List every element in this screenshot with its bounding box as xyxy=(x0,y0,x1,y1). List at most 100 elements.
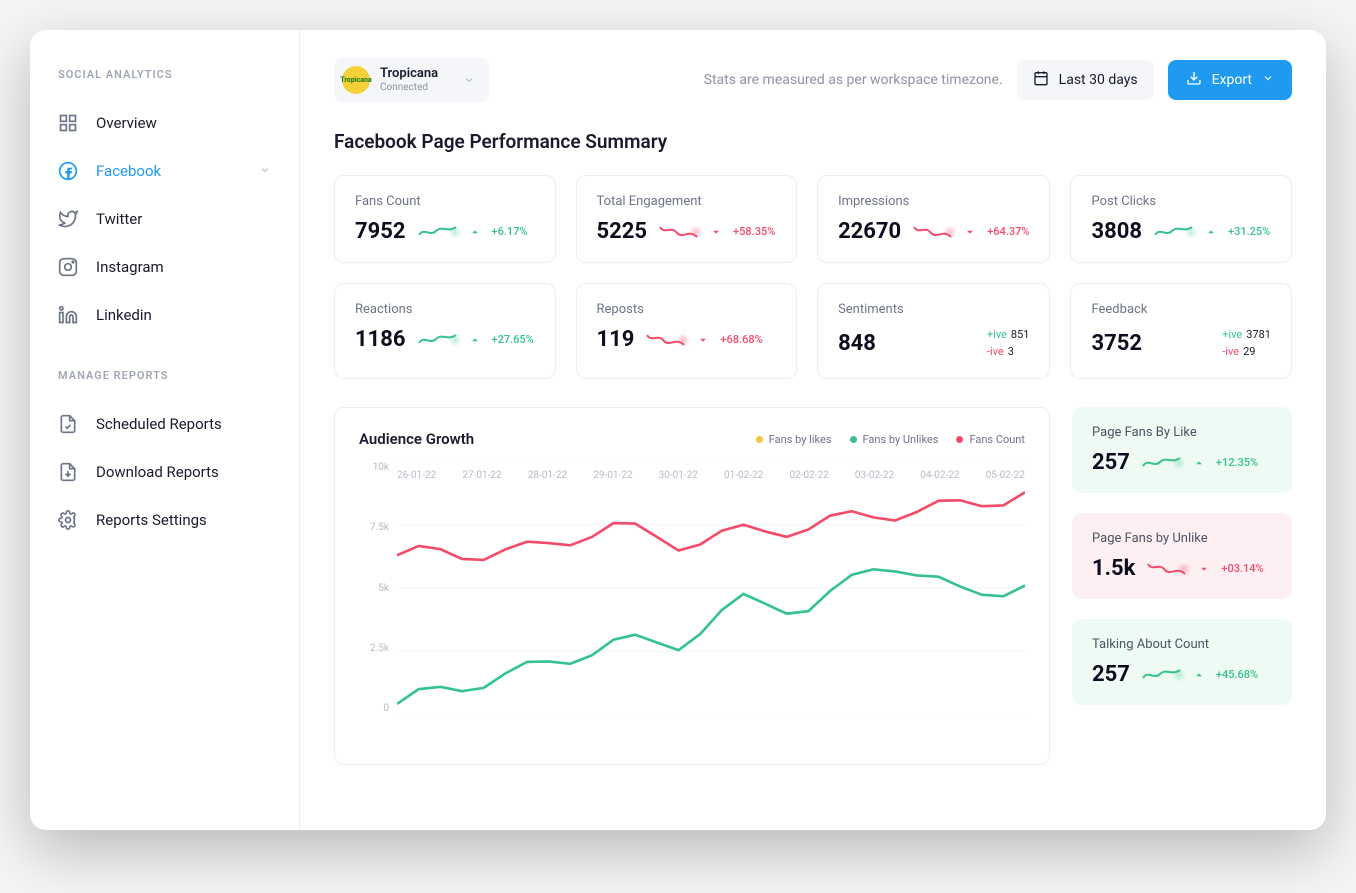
metric-delta: +6.17% xyxy=(492,225,528,238)
trend-up-icon xyxy=(470,330,480,349)
chart-plot xyxy=(397,462,1025,714)
date-range-label: Last 30 days xyxy=(1059,72,1138,88)
metric-delta: +31.25% xyxy=(1228,225,1270,238)
grid-icon xyxy=(58,113,78,133)
side-metric-card: Page Fans by Unlike 1.5k +03.14% xyxy=(1072,513,1292,599)
sparkline-icon xyxy=(418,223,458,241)
metric-card: Impressions 22670 +64.37% xyxy=(817,175,1050,263)
metric-label: Impressions xyxy=(838,194,1029,209)
legend-item: Fans by likes xyxy=(756,433,832,446)
trend-down-icon xyxy=(1199,559,1209,578)
metric-label: Total Engagement xyxy=(597,194,777,209)
metric-delta: +12.35% xyxy=(1216,456,1258,469)
export-button[interactable]: Export xyxy=(1168,60,1292,100)
metric-label: Fans Count xyxy=(355,194,535,209)
calendar-icon xyxy=(1033,70,1049,90)
axis-tick: 2.5k xyxy=(359,643,389,654)
download-icon xyxy=(1186,70,1202,90)
chart-legend: Fans by likes Fans by Unlikes Fans Count xyxy=(756,433,1025,446)
metric-value: 119 xyxy=(597,327,635,352)
trend-up-icon xyxy=(1194,453,1204,472)
trend-down-icon xyxy=(698,330,708,349)
metric-label: Feedback xyxy=(1091,302,1271,317)
trend-down-icon xyxy=(965,222,975,241)
sparkline-icon xyxy=(659,223,699,241)
metric-breakdown: +ive851 -ive3 xyxy=(987,327,1030,360)
axis-tick: 7.5k xyxy=(359,522,389,533)
chart-row: Audience Growth Fans by likes Fans by Un… xyxy=(334,407,1292,765)
metric-delta: +68.68% xyxy=(720,333,762,346)
sparkline-icon xyxy=(913,223,953,241)
sidebar-item-label: Reports Settings xyxy=(96,511,207,529)
chevron-down-icon xyxy=(463,71,475,90)
sidebar-item-label: Download Reports xyxy=(96,463,219,481)
sidebar-item-facebook[interactable]: Facebook xyxy=(30,147,299,195)
audience-growth-chart: Audience Growth Fans by likes Fans by Un… xyxy=(334,407,1050,765)
date-range-picker[interactable]: Last 30 days xyxy=(1017,60,1154,100)
metric-value: 1186 xyxy=(355,327,406,352)
metric-breakdown: +ive3781 -ive29 xyxy=(1222,327,1271,360)
metric-label: Sentiments xyxy=(838,302,1029,317)
metric-value: 5225 xyxy=(597,219,648,244)
app-window: SOCIAL ANALYTICS Overview Facebook Twitt… xyxy=(30,30,1326,830)
metric-label: Post Clicks xyxy=(1091,194,1271,209)
metric-value: 7952 xyxy=(355,219,406,244)
export-label: Export xyxy=(1212,72,1252,88)
side-metric-card: Talking About Count 257 +45.68% xyxy=(1072,619,1292,705)
y-axis: 10k7.5k5k2.5k0 xyxy=(359,462,389,714)
legend-dot-icon xyxy=(756,436,763,443)
metric-label: Reactions xyxy=(355,302,535,317)
metric-delta: +45.68% xyxy=(1216,668,1258,681)
metric-grid: Fans Count 7952 +6.17% Total Engagement … xyxy=(334,175,1292,379)
metric-delta: +64.37% xyxy=(987,225,1029,238)
metric-card: Post Clicks 3808 +31.25% xyxy=(1070,175,1292,263)
sidebar-item-label: Instagram xyxy=(96,258,164,276)
facebook-icon xyxy=(58,161,78,181)
instagram-icon xyxy=(58,257,78,277)
sidebar-item-twitter[interactable]: Twitter xyxy=(30,195,299,243)
file-scheduled-icon xyxy=(58,414,78,434)
twitter-icon xyxy=(58,209,78,229)
trend-up-icon xyxy=(1194,665,1204,684)
sidebar-item-scheduled-reports[interactable]: Scheduled Reports xyxy=(30,400,299,448)
chart-title: Audience Growth xyxy=(359,430,474,448)
sparkline-icon xyxy=(1147,560,1187,578)
metric-card: Reposts 119 +68.68% xyxy=(576,283,798,379)
axis-tick: 5k xyxy=(359,583,389,594)
sidebar: SOCIAL ANALYTICS Overview Facebook Twitt… xyxy=(30,30,300,830)
metric-delta: +03.14% xyxy=(1221,562,1263,575)
sparkline-icon xyxy=(418,331,458,349)
metric-value: 848 xyxy=(838,331,876,356)
sidebar-item-download-reports[interactable]: Download Reports xyxy=(30,448,299,496)
topbar: Tropicana Tropicana Connected Stats are … xyxy=(334,58,1292,102)
legend-dot-icon xyxy=(956,436,963,443)
main-content: Tropicana Tropicana Connected Stats are … xyxy=(300,30,1326,830)
sidebar-section-social: SOCIAL ANALYTICS xyxy=(30,68,299,99)
sidebar-item-reports-settings[interactable]: Reports Settings xyxy=(30,496,299,544)
sidebar-item-label: Overview xyxy=(96,114,157,132)
metric-label: Talking About Count xyxy=(1092,637,1272,652)
metric-card: Fans Count 7952 +6.17% xyxy=(334,175,556,263)
gear-icon xyxy=(58,510,78,530)
linkedin-icon xyxy=(58,305,78,325)
brand-status: Connected xyxy=(380,82,438,94)
sidebar-item-overview[interactable]: Overview xyxy=(30,99,299,147)
sparkline-icon xyxy=(1154,223,1194,241)
sparkline-icon xyxy=(1142,666,1182,684)
sidebar-item-linkedin[interactable]: Linkedin xyxy=(30,291,299,339)
side-metric-card: Page Fans By Like 257 +12.35% xyxy=(1072,407,1292,493)
metric-card: Reactions 1186 +27.65% xyxy=(334,283,556,379)
brand-name: Tropicana xyxy=(380,67,438,82)
metric-card: Total Engagement 5225 +58.35% xyxy=(576,175,798,263)
brand-selector[interactable]: Tropicana Tropicana Connected xyxy=(334,58,489,102)
trend-down-icon xyxy=(711,222,721,241)
sparkline-icon xyxy=(1142,454,1182,472)
metric-delta: +27.65% xyxy=(492,333,534,346)
sidebar-item-instagram[interactable]: Instagram xyxy=(30,243,299,291)
metric-value: 257 xyxy=(1092,662,1130,687)
chevron-down-icon xyxy=(259,162,271,180)
chevron-down-icon xyxy=(1262,72,1274,88)
metric-label: Page Fans By Like xyxy=(1092,425,1272,440)
sidebar-item-label: Scheduled Reports xyxy=(96,415,222,433)
trend-up-icon xyxy=(1206,222,1216,241)
